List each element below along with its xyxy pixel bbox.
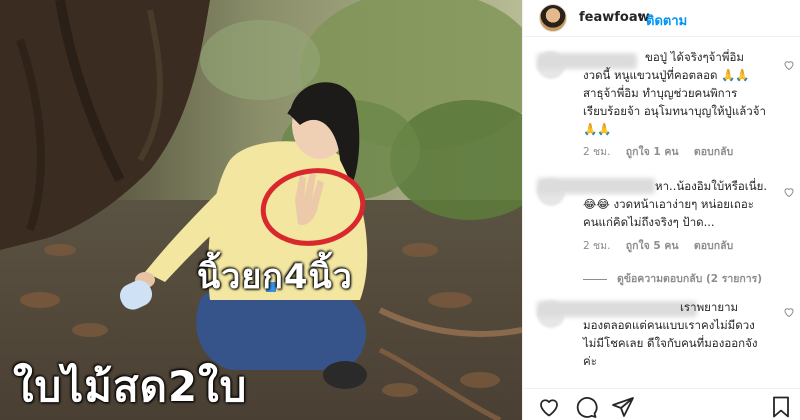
comment-like-heart-icon[interactable] — [783, 306, 795, 321]
heart-icon[interactable] — [537, 395, 561, 419]
share-icon[interactable] — [611, 395, 635, 419]
comment-line: เราพยายาม — [680, 300, 739, 314]
view-replies-label: ดูข้อความตอบกลับ (2 รายการ) — [617, 273, 763, 285]
comment-line: ขอปู่ ได้จริงๆจ้าพี่อิม — [645, 50, 744, 64]
follow-button[interactable]: ติดตาม — [646, 10, 687, 31]
comment-likes[interactable]: ถูกใจ 5 คน — [626, 240, 679, 252]
photo-caption-fingers: นิ้วยก4นิ้ว — [197, 257, 353, 297]
comment-likes[interactable]: ถูกใจ 1 คน — [626, 146, 679, 158]
comment-line: มองตลอดแต่คนแบบเราคงไม่มีดวง — [583, 318, 755, 332]
comment-line: คนแก่คิดไม่ถึงจริงๆ ป้าด... — [583, 215, 715, 229]
comments-panel: feawfoaw • ติดตาม ขอปู่ ได้จริงๆจ้าพี่อิ… — [522, 0, 800, 420]
comment-line: 😂😂 งวดหน้าเอาง่ายๆ หน่อยเถอะ — [583, 197, 754, 211]
view-replies-button[interactable]: ดูข้อความตอบกลับ (2 รายการ) — [583, 270, 762, 287]
comment-line: ค่ะ — [583, 354, 597, 368]
bookmark-icon[interactable] — [769, 395, 793, 419]
comment-meta: 2 ชม. ถูกใจ 1 คน ตอบกลับ — [583, 143, 745, 160]
comment-like-heart-icon[interactable] — [783, 186, 795, 201]
comment-line: ไม่มีโชคเลย ดีใจกับคนที่มองออกจัง — [583, 336, 758, 350]
post-photo[interactable]: นิ้วยก4นิ้ว ใบไม้สด2ใบ — [0, 0, 522, 420]
comment-line: 🙏🙏 — [583, 122, 612, 136]
reply-button[interactable]: ตอบกลับ — [694, 240, 733, 252]
header-separator: • — [636, 9, 644, 24]
comment-icon[interactable] — [574, 395, 598, 419]
comment-line: หา..น้องอิมใบ้หรือเนี่ย. — [655, 179, 767, 193]
comment-text: ขอปู่ ได้จริงๆจ้าพี่อิม งวดนี้ หนูแขวนปู… — [583, 48, 773, 138]
comment-line: เรียบร้อยจ้า อนุโมทนาบุญให้ปู่แล้วจ้า — [583, 104, 766, 118]
post-header: feawfoaw • ติดตาม — [523, 0, 800, 37]
profile-avatar[interactable] — [539, 4, 567, 32]
comment-meta: 2 ชม. ถูกใจ 5 คน ตอบกลับ — [583, 237, 745, 254]
view-replies-line — [583, 278, 607, 280]
comment-line: งวดนี้ หนูแขวนปู่ที่คอตลอด 🙏🙏 — [583, 68, 750, 82]
comment-time: 2 ชม. — [583, 240, 611, 252]
comment-text: เราพยายาม มองตลอดแต่คนแบบเราคงไม่มีดวง ไ… — [583, 298, 773, 370]
reply-button[interactable]: ตอบกลับ — [694, 146, 733, 158]
post-action-bar — [523, 388, 800, 420]
comment-text: หา..น้องอิมใบ้หรือเนี่ย. 😂😂 งวดหน้าเอาง่… — [583, 177, 773, 231]
comment-time: 2 ชม. — [583, 146, 611, 158]
instagram-post: นิ้วยก4นิ้ว ใบไม้สด2ใบ feawfoaw • ติดตาม… — [0, 0, 800, 420]
comment-like-heart-icon[interactable] — [783, 59, 795, 74]
photo-caption-leaves: ใบไม้สด2ใบ — [13, 362, 248, 411]
comment-line: สาธุจ้าพี่อิม ทำบุญช่วยคนพิการ — [583, 86, 738, 100]
